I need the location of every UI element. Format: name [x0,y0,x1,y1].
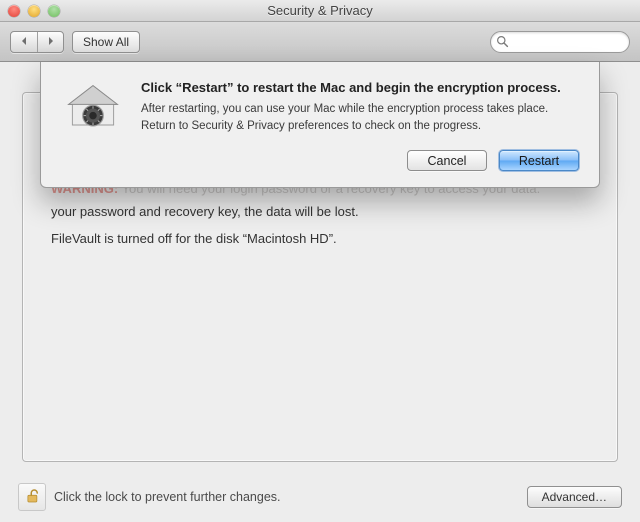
show-all-button[interactable]: Show All [72,31,140,53]
search-input[interactable] [490,31,630,53]
bottom-bar: Click the lock to prevent further change… [0,472,640,522]
cancel-button[interactable]: Cancel [407,150,487,171]
chevron-right-icon [46,34,56,49]
chevron-left-icon [19,34,29,49]
traffic-lights [0,5,60,17]
recovery-line: your password and recovery key, the data… [51,204,589,219]
toolbar: Show All [0,22,640,62]
sheet-icon-column [61,80,125,171]
window-close-button[interactable] [8,5,20,17]
window-zoom-button[interactable] [48,5,60,17]
lock-help-text: Click the lock to prevent further change… [54,490,527,504]
sheet-title: Click “Restart” to restart the Mac and b… [141,80,579,95]
filevault-status-line: FileVault is turned off for the disk “Ma… [51,231,589,246]
titlebar: Security & Privacy [0,0,640,22]
restart-sheet: Click “Restart” to restart the Mac and b… [40,62,600,188]
sheet-text-column: Click “Restart” to restart the Mac and b… [141,80,579,171]
window-title: Security & Privacy [0,3,640,18]
search-field-wrap [490,31,630,53]
advanced-button[interactable]: Advanced… [527,486,622,508]
nav-back-forward [10,31,64,53]
nav-forward-button[interactable] [37,32,63,52]
nav-back-button[interactable] [11,32,37,52]
unlocked-padlock-icon [23,487,41,508]
house-safe-dial-icon [63,80,123,171]
restart-button[interactable]: Restart [499,150,579,171]
sheet-message: After restarting, you can use your Mac w… [141,101,579,134]
window-minimize-button[interactable] [28,5,40,17]
lock-button[interactable] [18,483,46,511]
sheet-button-row: Cancel Restart [141,150,579,171]
